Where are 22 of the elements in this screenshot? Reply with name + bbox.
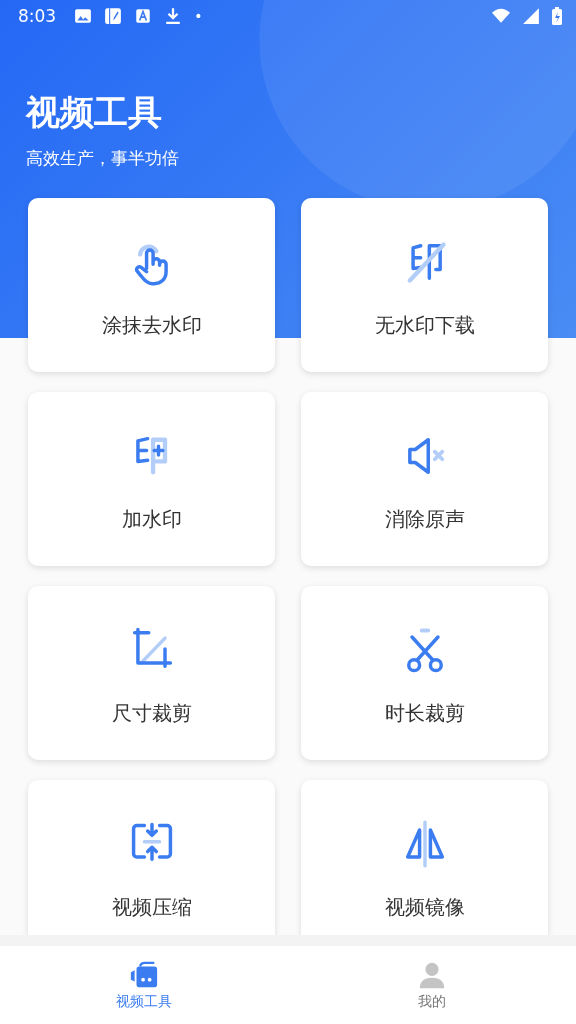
status-time: 8:03 bbox=[18, 6, 57, 26]
wifi-icon bbox=[492, 7, 510, 25]
video-camera-icon bbox=[129, 959, 159, 990]
tool-card[interactable]: 无水印下载 bbox=[301, 198, 548, 372]
nav-tab[interactable]: 视频工具 bbox=[0, 946, 288, 1024]
tool-card[interactable]: 尺寸裁剪 bbox=[28, 586, 275, 760]
battery-icon bbox=[552, 7, 562, 25]
page-subtitle: 高效生产，事半功倍 bbox=[26, 147, 180, 170]
notebook-icon bbox=[104, 7, 123, 25]
letter-a-icon bbox=[134, 7, 153, 25]
tool-card[interactable]: 视频压缩 bbox=[28, 780, 275, 935]
tool-card[interactable]: 涂抹去水印 bbox=[28, 198, 275, 372]
nav-tab[interactable]: 我的 bbox=[288, 946, 576, 1024]
tool-card[interactable]: 视频镜像 bbox=[301, 780, 548, 935]
download-icon bbox=[164, 7, 183, 25]
page-title: 视频工具 bbox=[26, 91, 163, 134]
image-icon bbox=[74, 7, 93, 25]
signal-icon bbox=[522, 7, 540, 25]
tool-card[interactable]: 消除原声 bbox=[301, 392, 548, 566]
tool-card[interactable]: 加水印 bbox=[28, 392, 275, 566]
notification-dot: • bbox=[194, 8, 203, 24]
tool-card[interactable]: 时长裁剪 bbox=[301, 586, 548, 760]
